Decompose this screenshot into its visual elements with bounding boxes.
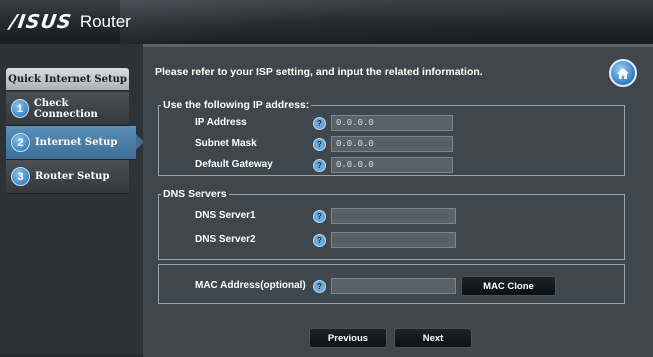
step-number-icon: 1 — [11, 99, 29, 118]
default-gateway-help-icon[interactable]: ? — [313, 159, 326, 172]
sidebar-step-router-setup[interactable]: 3 Router Setup — [6, 160, 129, 194]
dns-server1-input[interactable] — [331, 208, 456, 224]
sidebar-title: Quick Internet Setup — [6, 68, 129, 90]
ip-group-legend: Use the following IP address: — [163, 99, 310, 111]
dns-group-legend: DNS Servers — [163, 188, 227, 200]
dns-server2-help-icon[interactable]: ? — [313, 234, 326, 247]
home-icon — [617, 67, 629, 79]
next-button[interactable]: Next — [394, 328, 472, 348]
mac-address-label: MAC Address(optional) — [195, 280, 306, 291]
ip-address-input[interactable] — [331, 115, 453, 131]
previous-button[interactable]: Previous — [309, 328, 387, 348]
product-name: Router — [79, 12, 131, 31]
top-bar: /ISUS Router — [0, 0, 653, 44]
step-label: Internet Setup — [35, 137, 118, 148]
ip-address-help-icon[interactable]: ? — [313, 117, 326, 130]
default-gateway-input[interactable] — [331, 157, 453, 173]
subnet-mask-help-icon[interactable]: ? — [313, 138, 326, 151]
mac-address-help-icon[interactable]: ? — [313, 280, 326, 293]
mac-address-input[interactable] — [331, 278, 456, 294]
step-number-icon: 3 — [11, 167, 30, 186]
dns-servers-group: DNS Servers — [158, 188, 625, 260]
ip-address-label: IP Address — [195, 117, 247, 128]
sidebar: Quick Internet Setup 1 Check Connection … — [0, 44, 144, 354]
subnet-mask-input[interactable] — [331, 136, 453, 152]
dns-server1-label: DNS Server1 — [195, 210, 256, 221]
home-button[interactable] — [609, 59, 637, 87]
default-gateway-label: Default Gateway — [195, 159, 273, 170]
brand-logo: /ISUS — [8, 11, 74, 33]
main-panel: Please refer to your ISP setting, and in… — [143, 44, 653, 357]
subnet-mask-label: Subnet Mask — [195, 138, 257, 149]
sidebar-step-check-connection[interactable]: 1 Check Connection — [6, 92, 129, 126]
dns-server2-input[interactable] — [331, 232, 456, 248]
step-label: Router Setup — [35, 171, 110, 182]
mac-clone-button[interactable]: MAC Clone — [461, 276, 556, 296]
header-glow — [120, 0, 653, 44]
step-label: Check Connection — [33, 97, 98, 120]
instruction-text: Please refer to your ISP setting, and in… — [155, 66, 483, 78]
dns-server1-help-icon[interactable]: ? — [313, 210, 326, 223]
asus-logo: /ISUS Router — [8, 11, 131, 33]
sidebar-step-internet-setup[interactable]: 2 Internet Setup — [6, 126, 144, 160]
dns-server2-label: DNS Server2 — [195, 234, 256, 245]
step-number-icon: 2 — [11, 133, 30, 152]
